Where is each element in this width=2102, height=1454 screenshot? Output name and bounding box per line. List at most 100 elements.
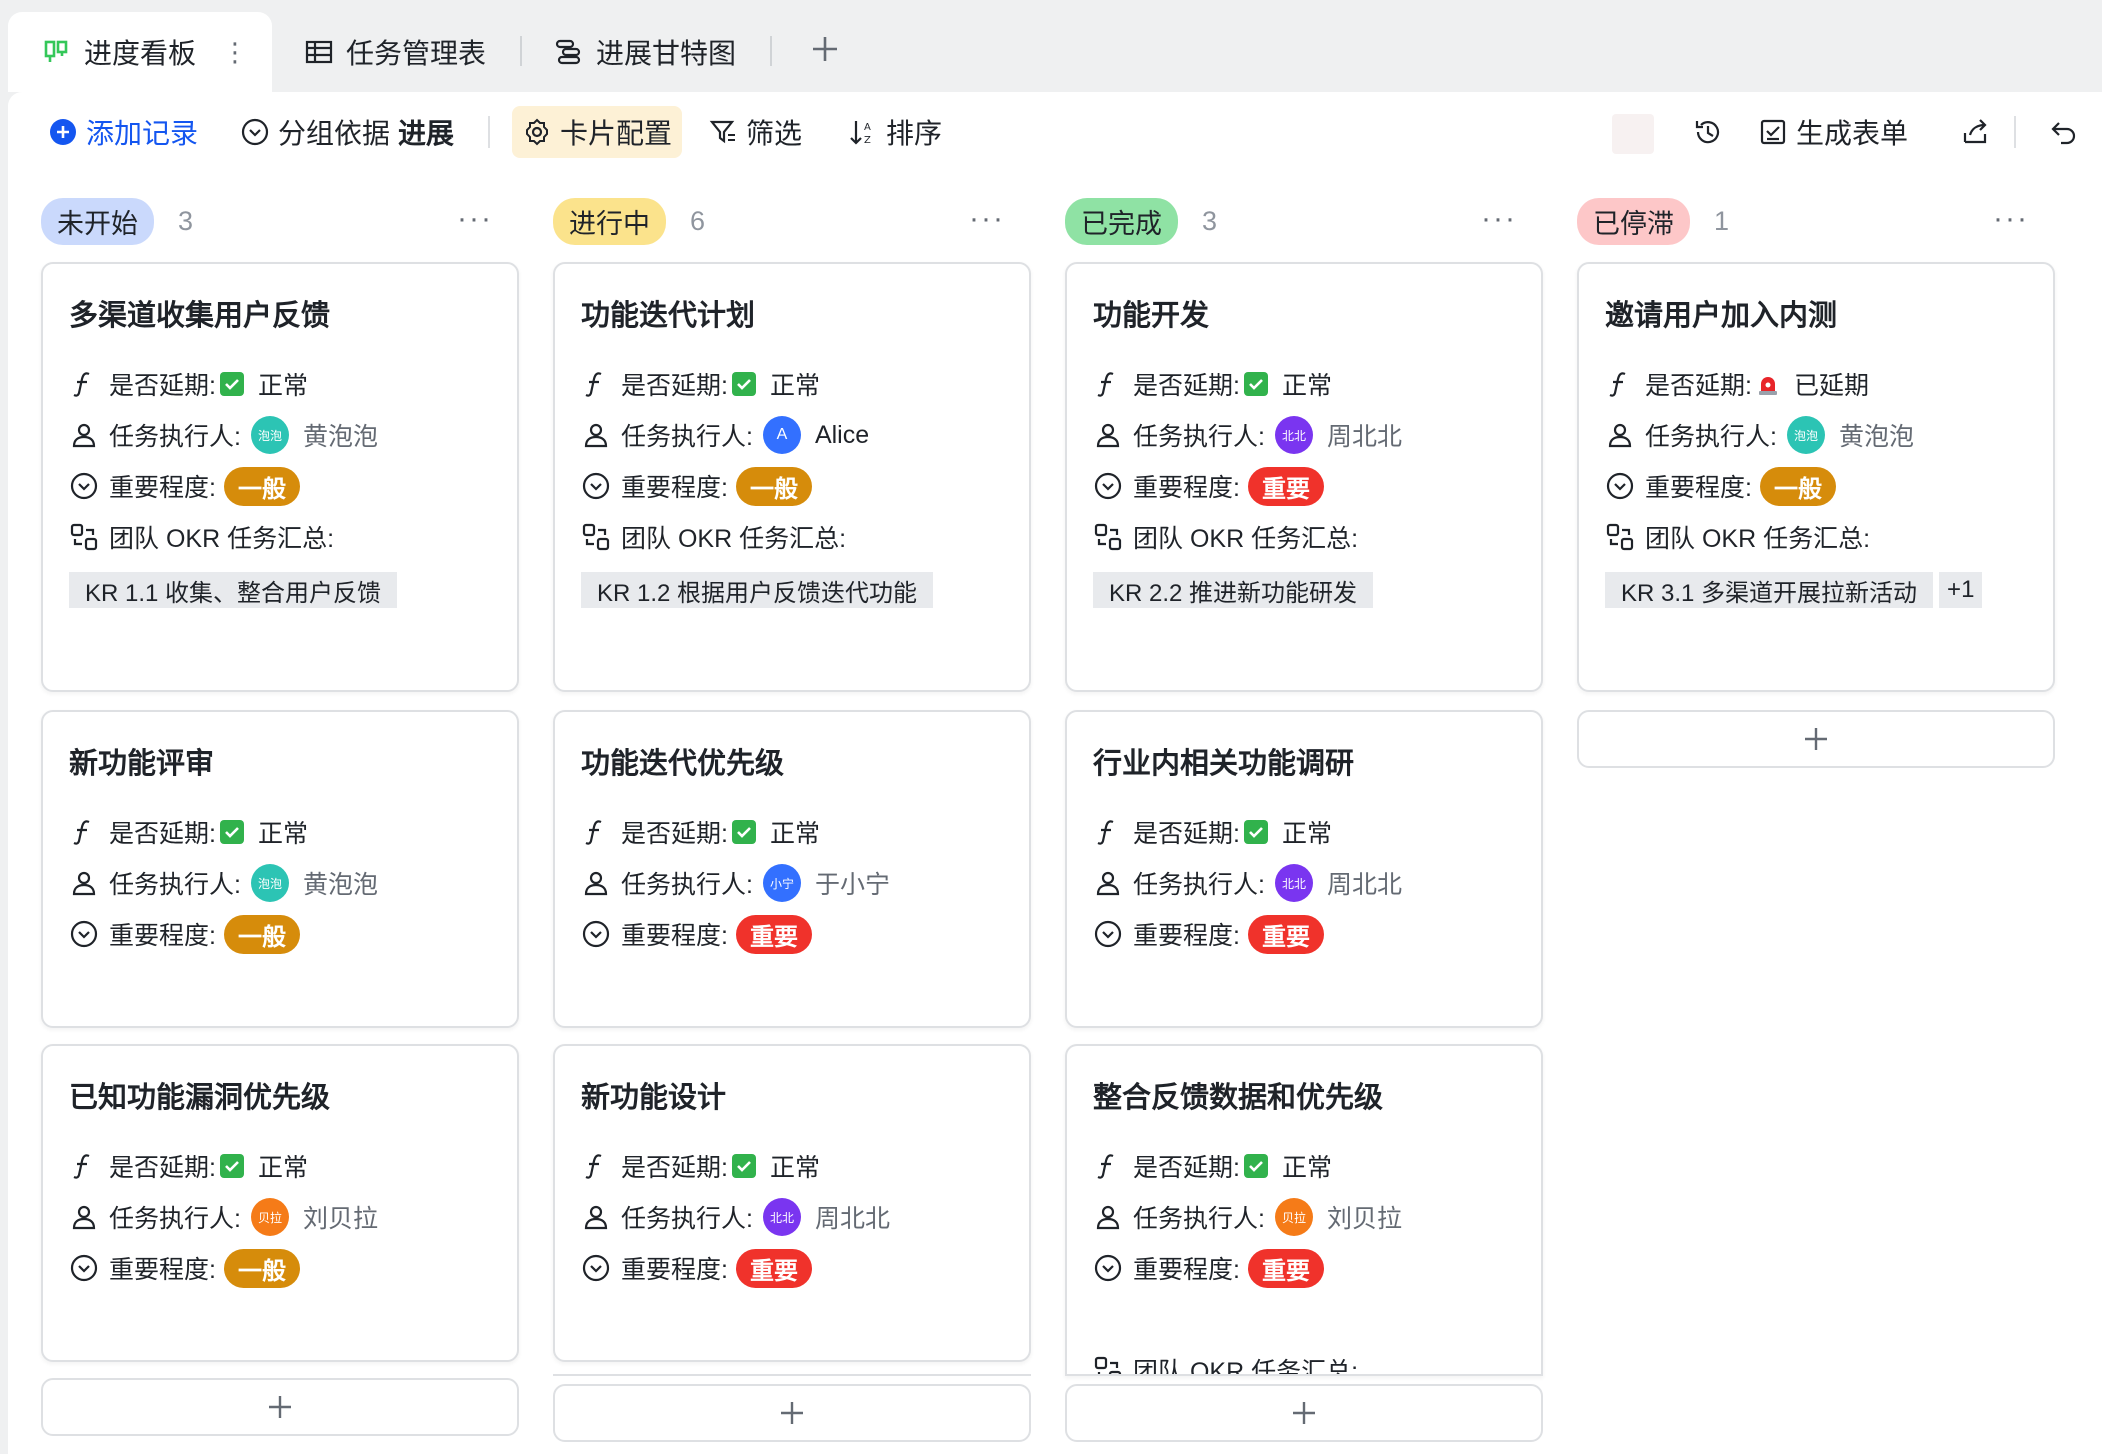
record-card[interactable]: 整合反馈数据和优先级 是否延期: 正常 任务执行人: 贝拉 刘贝拉 重要程度: … <box>1065 1044 1543 1376</box>
avatar: A <box>762 416 801 454</box>
field-label: 是否延期: <box>1645 372 1752 400</box>
record-card[interactable]: 邀请用户加入内测 是否延期: 已延期 任务执行人: 泡泡 黄泡泡 重要程度: 一… <box>1577 262 2055 692</box>
more-icon[interactable]: ··· <box>969 202 1005 236</box>
checkmark-icon <box>731 372 756 396</box>
assignee-name: 刘贝拉 <box>302 1205 378 1233</box>
importance-tag: 一般 <box>1759 466 1836 506</box>
tab-divider <box>520 36 522 66</box>
field-label: 任务执行人: <box>621 423 753 451</box>
record-card[interactable]: 行业内相关功能调研 是否延期: 正常 任务执行人: 北北 周北北 重要程度: 重… <box>1065 710 1543 1028</box>
okr-links: KR 2.2 推进新功能研发 <box>1093 572 1379 608</box>
okr-tag[interactable]: KR 2.2 推进新功能研发 <box>1093 572 1374 608</box>
field-label: 任务执行人: <box>621 871 753 899</box>
avatar: 小宁 <box>762 864 801 902</box>
delay-value: 正常 <box>769 372 820 400</box>
add-card-button[interactable] <box>1577 710 2055 768</box>
generate-form-button[interactable]: 生成表单 <box>1758 106 1908 158</box>
field-label: 任务执行人: <box>1133 871 1265 899</box>
person-icon <box>1093 1202 1123 1232</box>
tab-more-icon[interactable]: ⋮ <box>222 37 248 68</box>
tab-kanban[interactable]: 进度看板 ⋮ <box>8 12 272 92</box>
share-button[interactable] <box>1960 106 1998 158</box>
assignee-name: 于小宁 <box>814 871 890 899</box>
field-importance: 重要程度: 重要 <box>581 914 812 954</box>
record-card[interactable]: 多渠道收集用户反馈 是否延期: 正常 任务执行人: 泡泡 黄泡泡 重要程度: 一… <box>41 262 519 692</box>
field-label: 是否延期: <box>621 820 728 848</box>
filter-button[interactable]: 筛选 <box>708 106 802 158</box>
kanban-icon <box>42 37 72 67</box>
person-icon <box>69 1202 99 1232</box>
more-icon[interactable]: ··· <box>1481 202 1517 236</box>
record-card[interactable]: 功能迭代计划 是否延期: 正常 任务执行人: A Alice 重要程度: 一般 <box>553 262 1031 692</box>
chevron-circle-icon <box>69 919 99 949</box>
more-icon[interactable]: ··· <box>457 202 493 236</box>
person-icon <box>581 1202 611 1232</box>
record-card[interactable]: 新功能评审 是否延期: 正常 任务执行人: 泡泡 黄泡泡 重要程度: 一般 <box>41 710 519 1028</box>
field-label: 任务执行人: <box>109 871 241 899</box>
person-icon <box>69 420 99 450</box>
share-icon <box>1963 119 1987 144</box>
tab-gantt[interactable]: 进展甘特图 <box>554 12 764 92</box>
add-card-button[interactable] <box>553 1384 1031 1442</box>
field-label: 重要程度: <box>1133 1256 1240 1284</box>
field-label: 是否延期: <box>621 372 728 400</box>
chevron-circle-icon <box>581 1253 611 1283</box>
okr-tag[interactable]: KR 1.1 收集、整合用户反馈 <box>69 572 398 608</box>
toolbar-divider <box>488 116 490 148</box>
undo-icon <box>2051 122 2076 145</box>
group-by-prefix: 分组依据 <box>278 118 391 149</box>
history-button[interactable] <box>1692 106 1732 158</box>
field-label: 任务执行人: <box>1133 1205 1265 1233</box>
field-label: 重要程度: <box>109 922 216 950</box>
field-label: 团队 OKR 任务汇总: <box>621 525 847 553</box>
field-label: 重要程度: <box>621 474 728 502</box>
sort-button[interactable]: AZ 排序 <box>848 106 942 158</box>
field-importance: 重要程度: 一般 <box>69 914 300 954</box>
card-title: 已知功能漏洞优先级 <box>69 1082 331 1114</box>
link-icon <box>1093 1355 1123 1376</box>
formula-icon <box>581 369 611 399</box>
link-icon <box>581 522 611 552</box>
status-tag: 已停滞 <box>1577 197 1690 245</box>
record-card[interactable]: 已知功能漏洞优先级 是否延期: 正常 任务执行人: 贝拉 刘贝拉 重要程度: 一… <box>41 1044 519 1362</box>
formula-icon <box>581 817 611 847</box>
placeholder-square[interactable] <box>1612 114 1654 154</box>
field-label: 任务执行人: <box>621 1205 753 1233</box>
plus-icon <box>810 31 840 74</box>
undo-button[interactable] <box>2048 106 2086 158</box>
add-card-button[interactable] <box>1065 1384 1543 1442</box>
assignee-name: 黄泡泡 <box>302 423 378 451</box>
add-card-button[interactable] <box>41 1378 519 1436</box>
card-title: 邀请用户加入内测 <box>1605 300 1838 332</box>
record-card[interactable]: 功能开发 是否延期: 正常 任务执行人: 北北 周北北 重要程度: 重要 团队 … <box>1065 262 1543 692</box>
okr-tag[interactable]: KR 3.1 多渠道开展拉新活动 <box>1605 572 1934 608</box>
chevron-circle-icon <box>1093 919 1123 949</box>
add-view-button[interactable] <box>810 12 850 92</box>
column-header: 已停滞 1 ··· <box>1577 192 2055 250</box>
okr-tag[interactable]: KR 1.2 根据用户反馈迭代功能 <box>581 572 934 608</box>
plus-icon <box>269 1396 291 1418</box>
field-label: 重要程度: <box>1133 474 1240 502</box>
field-delay: 是否延期: 正常 <box>1093 812 1332 852</box>
add-record-button[interactable]: 添加记录 <box>48 106 198 158</box>
card-config-button[interactable]: 卡片配置 <box>512 106 683 158</box>
field-label: 重要程度: <box>621 922 728 950</box>
more-icon[interactable]: ··· <box>1993 202 2029 236</box>
column-count: 3 <box>178 205 194 236</box>
card-title: 功能开发 <box>1093 300 1210 332</box>
record-card[interactable]: 功能迭代优先级 是否延期: 正常 任务执行人: 小宁 于小宁 重要程度: 重要 <box>553 710 1031 1028</box>
formula-icon <box>69 1151 99 1181</box>
importance-tag: 一般 <box>223 466 300 506</box>
group-by-button[interactable]: 分组依据 进展 <box>240 106 454 158</box>
checkmark-icon <box>1243 1154 1268 1178</box>
tab-table[interactable]: 任务管理表 <box>304 12 514 92</box>
field-label: 重要程度: <box>621 1256 728 1284</box>
okr-more-count[interactable]: +1 <box>1939 572 1983 608</box>
scroll-edge-divider <box>553 1374 1031 1376</box>
status-tag: 已完成 <box>1065 197 1178 245</box>
field-okr: 团队 OKR 任务汇总: <box>581 517 846 557</box>
field-label: 是否延期: <box>109 820 216 848</box>
record-card[interactable]: 新功能设计 是否延期: 正常 任务执行人: 北北 周北北 重要程度: 重要 <box>553 1044 1031 1362</box>
delay-value: 已延期 <box>1793 372 1869 400</box>
formula-icon <box>581 1151 611 1181</box>
